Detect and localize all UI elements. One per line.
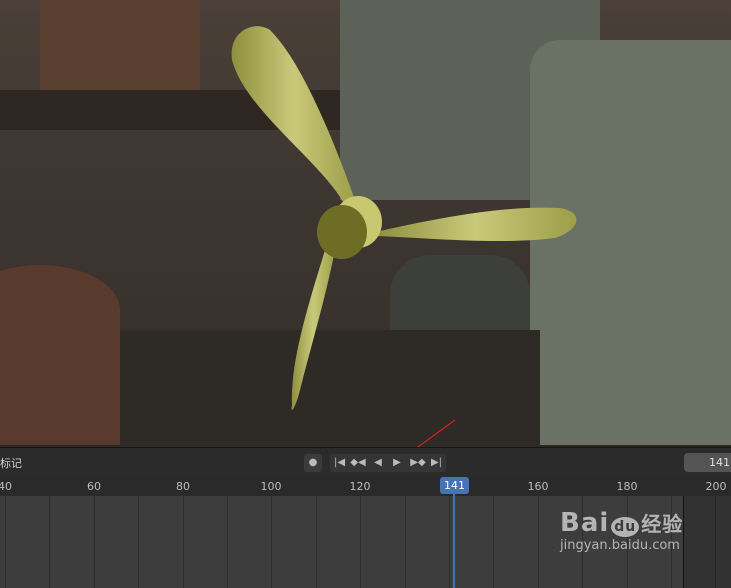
playhead-line[interactable]	[453, 494, 455, 588]
frame-label: 40	[0, 480, 12, 493]
frame-label: 160	[527, 480, 549, 493]
propeller-blade-top	[231, 26, 355, 205]
timeline-header: 标记 ● |◀ ◆◀ ◀ ▶ ▶◆ ▶| 141	[0, 447, 731, 475]
frame-label: 200	[705, 480, 727, 493]
grid-line	[94, 496, 95, 588]
frame-label: 60	[87, 480, 101, 493]
frame-label: 100	[260, 480, 282, 493]
propeller-hub	[317, 205, 367, 259]
grid-line	[271, 496, 272, 588]
grid-line	[493, 496, 494, 588]
grid-line	[360, 496, 361, 588]
grid-line	[138, 496, 139, 588]
grid-line	[183, 496, 184, 588]
playback-controls: |◀ ◆◀ ◀ ▶ ▶◆ ▶|	[330, 454, 446, 472]
current-frame-field[interactable]: 141	[684, 453, 731, 472]
grid-line	[49, 496, 50, 588]
playhead-frame-badge[interactable]: 141	[440, 477, 469, 494]
frame-ruler[interactable]: 40 60 80 100 120 160 180 200	[0, 475, 731, 496]
play-button[interactable]: ▶	[387, 454, 407, 472]
play-reverse-button[interactable]: ◀	[369, 454, 387, 472]
annotation-arrow	[416, 419, 456, 447]
3d-viewport[interactable]	[0, 0, 731, 447]
grid-line	[405, 496, 406, 588]
watermark-url: jingyan.baidu.com	[560, 538, 680, 553]
grid-line	[316, 496, 317, 588]
next-keyframe-button[interactable]: ▶◆	[407, 454, 429, 472]
grid-line	[538, 496, 539, 588]
grid-line	[449, 496, 450, 588]
grid-line	[5, 496, 6, 588]
propeller-model[interactable]	[0, 0, 731, 447]
grid-line	[227, 496, 228, 588]
prev-keyframe-button[interactable]: ◆◀	[347, 454, 369, 472]
frame-label: 180	[616, 480, 638, 493]
markers-menu[interactable]: 标记	[0, 455, 22, 471]
jump-start-button[interactable]: |◀	[332, 454, 347, 472]
jump-end-button[interactable]: ▶|	[429, 454, 444, 472]
frame-label: 120	[349, 480, 371, 493]
propeller-blade-bottom	[291, 250, 335, 410]
record-button[interactable]: ●	[304, 454, 322, 472]
baidu-watermark: Bai du 经验 jingyan.baidu.com	[560, 508, 684, 553]
out-of-range-region	[683, 496, 731, 588]
propeller-blade-right	[375, 207, 577, 242]
frame-label: 80	[176, 480, 190, 493]
